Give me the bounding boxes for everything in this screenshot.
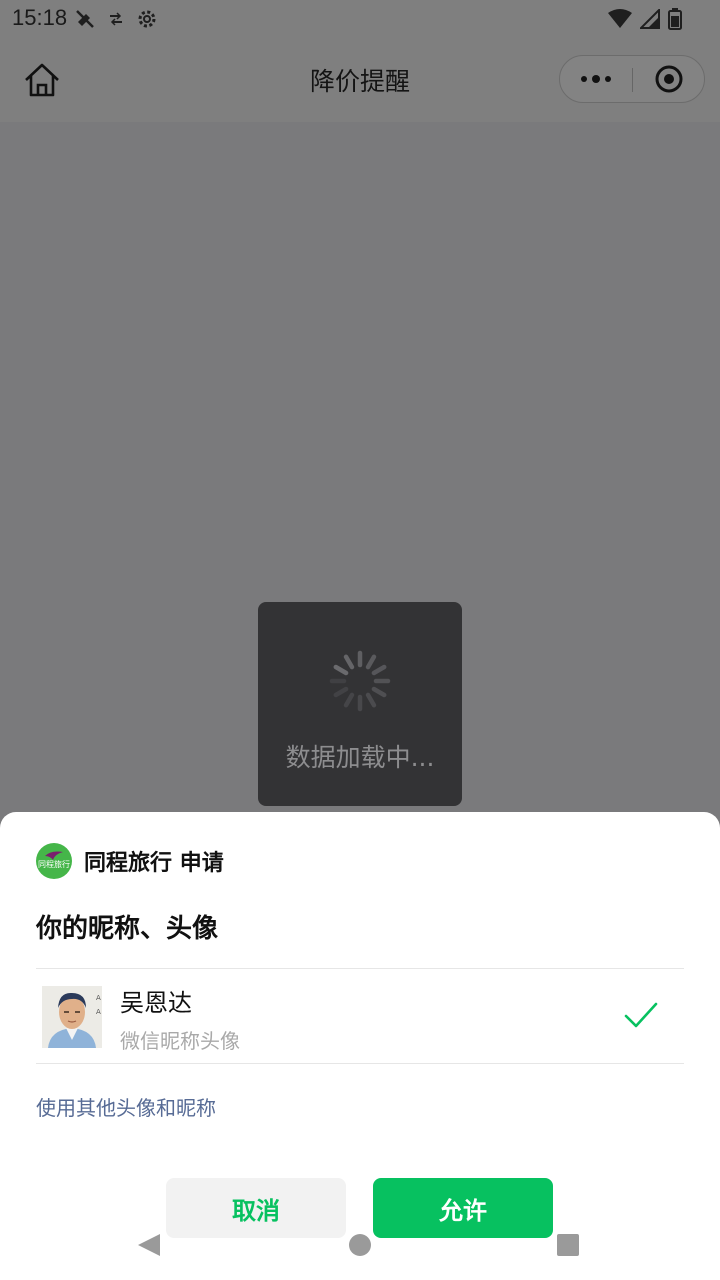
data-saver-icon	[110, 12, 122, 26]
close-button[interactable]	[633, 56, 705, 102]
status-icons-right	[608, 6, 682, 32]
authorization-sheet: 同程旅行 同程旅行 申请 你的昵称、头像 A A 吴恩达 微信昵称头像 使用其他…	[0, 812, 720, 1280]
nav-bar: 降价提醒	[0, 38, 720, 122]
profile-option[interactable]: A A 吴恩达 微信昵称头像	[36, 968, 684, 1064]
battery-icon	[668, 8, 682, 30]
app-logo-text: 同程旅行	[38, 860, 70, 869]
svg-text:A: A	[96, 1008, 101, 1016]
nickname-subtitle: 微信昵称头像	[120, 1029, 240, 1053]
use-other-profile-link[interactable]: 使用其他头像和昵称	[36, 1092, 216, 1121]
cellular-icon	[640, 9, 660, 29]
app-request-line: 同程旅行 申请	[84, 845, 224, 877]
loading-toast: 数据加载中...	[258, 602, 462, 806]
loading-spinner-icon	[329, 650, 391, 712]
more-button[interactable]	[560, 56, 632, 102]
app-name: 同程旅行	[84, 851, 173, 876]
request-suffix: 申请	[179, 851, 224, 876]
back-triangle-icon[interactable]	[136, 1232, 162, 1258]
no-signal-icon	[76, 10, 94, 28]
checkmark-icon	[624, 1002, 658, 1028]
mini-program-capsule	[559, 55, 705, 103]
system-navigation	[0, 1224, 720, 1264]
app-header: 同程旅行 同程旅行 申请	[36, 842, 224, 880]
wifi-icon	[608, 9, 632, 28]
nickname: 吴恩达	[120, 989, 192, 1017]
app-logo: 同程旅行	[36, 843, 72, 879]
home-circle-icon[interactable]	[349, 1234, 371, 1256]
target-close-icon	[655, 65, 683, 93]
recent-apps-icon[interactable]	[557, 1234, 579, 1256]
avatar-portrait-icon: A A	[42, 986, 102, 1048]
bird-logo-icon	[45, 851, 63, 860]
status-time: 15:18	[12, 5, 68, 30]
status-icons-left	[74, 6, 158, 32]
svg-text:A: A	[96, 994, 101, 1002]
status-bar: 15:18	[0, 0, 720, 38]
avatar: A A	[42, 986, 102, 1048]
settings-icon	[138, 10, 156, 28]
more-icon	[581, 75, 611, 83]
loading-text: 数据加载中...	[285, 743, 435, 772]
request-title: 你的昵称、头像	[36, 914, 219, 944]
